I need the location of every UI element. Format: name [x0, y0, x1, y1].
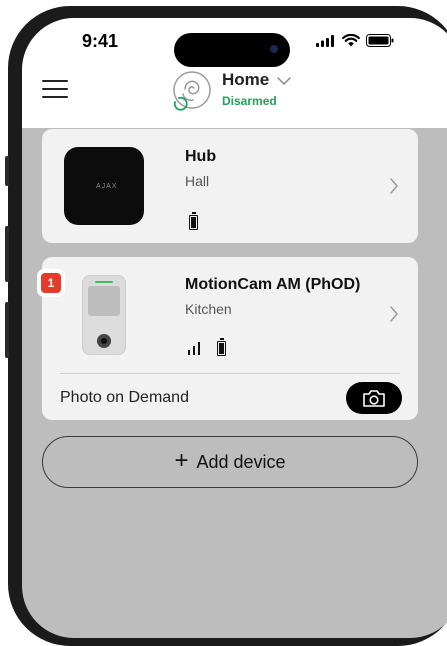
- add-device-label: Add device: [196, 451, 286, 472]
- alert-badge: 1: [37, 269, 65, 297]
- chevron-right-icon: [390, 178, 398, 194]
- photo-on-demand-label: Photo on Demand: [60, 389, 189, 406]
- device-led: [95, 281, 113, 283]
- dynamic-island: [174, 33, 290, 67]
- battery-status-icon: [366, 34, 394, 47]
- battery-icon: [217, 338, 226, 356]
- device-room: Hall: [185, 173, 210, 189]
- alert-count: 1: [41, 273, 61, 293]
- sensor-window: [88, 286, 120, 316]
- device-card-hub[interactable]: AJAX Hub Hall: [42, 129, 418, 243]
- battery-icon: [189, 212, 198, 230]
- status-icons: [316, 34, 394, 47]
- side-button-volume-down: [5, 302, 9, 358]
- cellular-icon: [316, 34, 334, 47]
- camera-dot: [270, 45, 278, 53]
- security-status: Disarmed: [222, 94, 277, 108]
- add-device-button[interactable]: + Add device: [42, 436, 418, 488]
- signal-icon: [188, 342, 200, 355]
- space-title: Home: [222, 70, 270, 89]
- menu-icon[interactable]: [42, 80, 68, 100]
- device-name: Hub: [185, 148, 217, 165]
- motioncam-device-image: [82, 275, 126, 355]
- hub-logo-icon: [173, 71, 211, 111]
- app-header: 9:41 Home Disarmed: [22, 18, 447, 128]
- chevron-right-icon: [390, 306, 398, 322]
- plus-icon: +: [174, 447, 189, 474]
- camera-lens-center: [101, 338, 107, 344]
- camera-icon: [363, 390, 385, 407]
- device-name: MotionCam AM (PhOD): [185, 276, 361, 293]
- card-divider: [60, 373, 400, 374]
- hub-device-image: AJAX: [64, 147, 144, 225]
- device-card-motioncam[interactable]: MotionCam AM (PhOD) Kitchen Photo on Dem…: [42, 257, 418, 420]
- side-button-mute: [5, 156, 9, 186]
- app-screen: 9:41 Home Disarmed AJAX Hub Hall MotionC…: [22, 18, 447, 638]
- space-selector[interactable]: Home Disarmed: [222, 70, 292, 108]
- device-room: Kitchen: [185, 301, 232, 317]
- chevron-down-icon: [276, 77, 291, 85]
- hub-brand-label: AJAX: [96, 183, 118, 190]
- side-button-volume-up: [5, 226, 9, 282]
- photo-on-demand-button[interactable]: [346, 382, 402, 414]
- wifi-icon: [342, 34, 360, 47]
- status-time: 9:41: [82, 31, 119, 51]
